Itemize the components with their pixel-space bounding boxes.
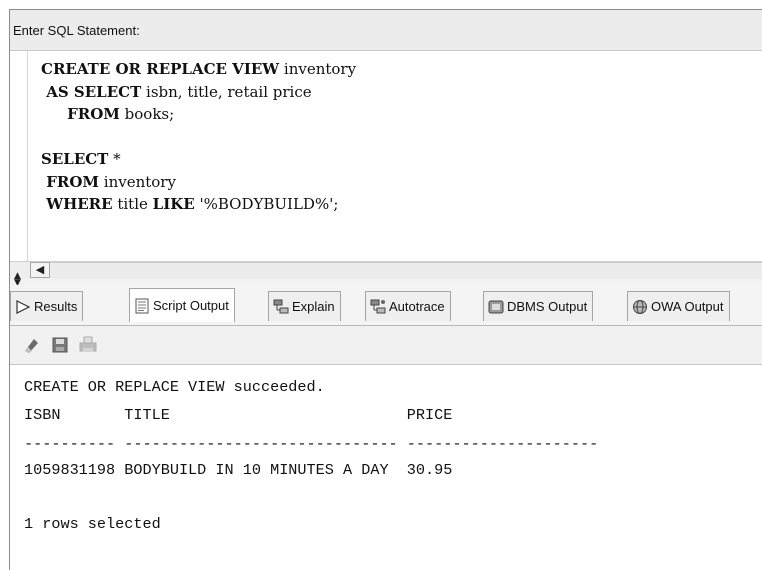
sql-code[interactable]: CREATE OR REPLACE VIEW inventory AS SELE… (41, 58, 356, 216)
sql-statement-label: Enter SQL Statement: (13, 23, 140, 38)
autotrace-icon (370, 299, 386, 315)
sql-keyword: LIKE (152, 195, 195, 213)
document-icon (134, 298, 150, 314)
tab-label: Script Output (153, 298, 229, 313)
scrollbar-track[interactable] (50, 262, 762, 278)
rows-selected-message: 1 rows selected (24, 515, 161, 533)
sql-code-line[interactable]: SELECT * (41, 150, 121, 168)
eraser-icon[interactable] (22, 336, 40, 354)
tab-autotrace[interactable]: Autotrace (365, 291, 451, 321)
sql-keyword: CREATE OR REPLACE VIEW (41, 60, 280, 78)
result-row: 1059831198 BODYBUILD IN 10 MINUTES A DAY… (24, 461, 453, 479)
sql-editor[interactable]: CREATE OR REPLACE VIEW inventory AS SELE… (10, 51, 762, 261)
output-tab-bar: Results Script Output Explain Autotrace … (10, 285, 762, 326)
sql-code-line[interactable]: AS SELECT isbn, title, retail price (41, 82, 312, 101)
tab-label: OWA Output (651, 299, 724, 314)
output-toolbar (10, 326, 762, 365)
tab-label: Explain (292, 299, 335, 314)
tab-script-output[interactable]: Script Output (129, 288, 235, 322)
tab-label: DBMS Output (507, 299, 588, 314)
editor-gutter (10, 51, 28, 261)
sql-worksheet: Enter SQL Statement: CREATE OR REPLACE V… (9, 9, 762, 570)
sql-keyword: WHERE (41, 195, 113, 213)
sql-text: '%BODYBUILD%'; (194, 195, 339, 213)
sql-text: title (112, 195, 153, 213)
tab-results[interactable]: Results (10, 291, 84, 321)
sql-code-line[interactable]: FROM inventory (41, 173, 176, 191)
sql-code-line[interactable]: CREATE OR REPLACE VIEW inventory (41, 60, 356, 78)
sql-code-line[interactable]: FROM books; (41, 105, 174, 123)
sql-keyword: FROM (41, 172, 100, 191)
sql-statement-header: Enter SQL Statement: (10, 10, 762, 51)
play-triangle-icon (15, 299, 31, 315)
tab-label: Autotrace (389, 299, 445, 314)
save-disk-icon[interactable] (51, 336, 69, 354)
sql-text: * (108, 150, 121, 168)
result-separator: ---------- -----------------------------… (24, 435, 599, 453)
sql-keyword: FROM (41, 105, 120, 123)
result-column-headers: ISBN TITLE PRICE (24, 406, 453, 424)
sql-keyword: SELECT (41, 150, 109, 168)
sql-keyword: AS SELECT (41, 82, 142, 101)
globe-icon (632, 299, 648, 315)
status-message: CREATE OR REPLACE VIEW succeeded. (24, 378, 325, 396)
sql-text: inventory (99, 172, 176, 191)
sql-text: books; (119, 105, 175, 123)
explain-plan-icon (273, 299, 289, 315)
sql-code-line[interactable]: WHERE title LIKE '%BODYBUILD%'; (41, 195, 338, 213)
sql-text: isbn, title, retail price (141, 82, 312, 101)
sql-text: inventory (279, 60, 357, 78)
tab-label: Results (34, 299, 78, 314)
script-output-panel: CREATE OR REPLACE VIEW succeeded. ISBN T… (10, 365, 762, 570)
arrow-left-icon[interactable]: ◀ (30, 262, 50, 278)
tab-dbms-output[interactable]: DBMS Output (483, 291, 594, 321)
dbms-output-icon (488, 299, 504, 315)
editor-horizontal-scrollbar[interactable]: ◀ (10, 261, 762, 279)
print-icon[interactable] (79, 336, 97, 354)
tab-owa-output[interactable]: OWA Output (627, 291, 730, 321)
tab-explain[interactable]: Explain (268, 291, 341, 321)
